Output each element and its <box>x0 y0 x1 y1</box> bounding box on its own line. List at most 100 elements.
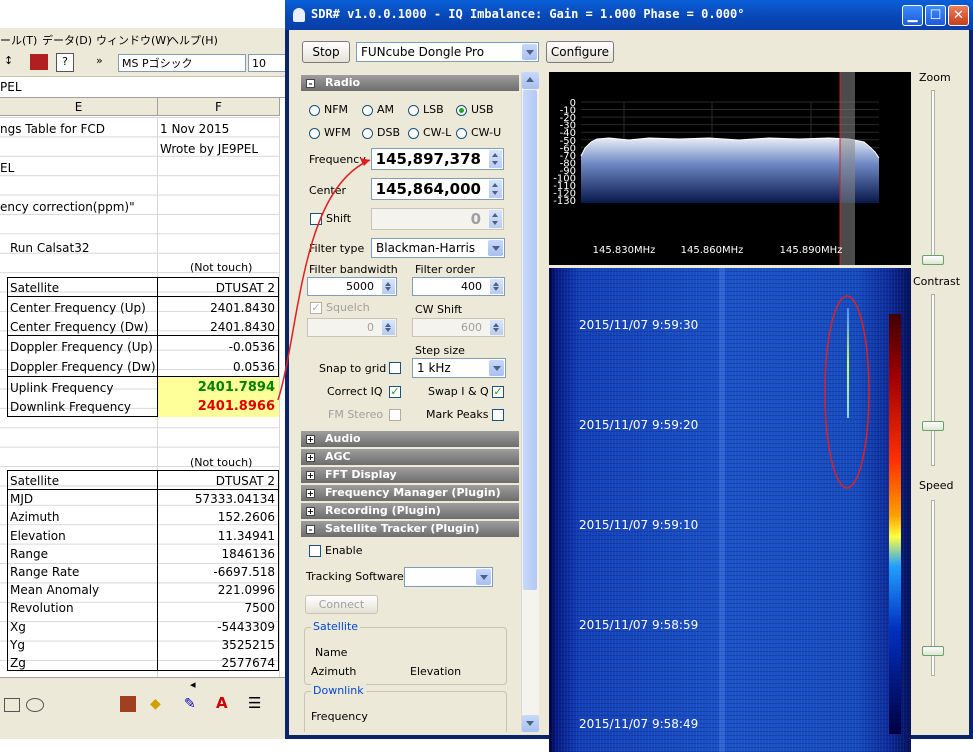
table1-value[interactable]: 2401.8430 <box>160 300 275 316</box>
mode-radio-cw-u[interactable] <box>456 128 467 139</box>
contrast-slider-thumb[interactable] <box>922 421 944 431</box>
cw-shift-spinner[interactable] <box>490 320 503 335</box>
line-style-icon[interactable]: ☰ <box>248 694 261 712</box>
mode-radio-nfm[interactable] <box>309 105 320 116</box>
cell-run-calsat[interactable]: Run Calsat32 <box>10 240 89 256</box>
chart-icon[interactable] <box>30 54 48 70</box>
shift-input[interactable]: 0 <box>371 208 504 230</box>
font-name-select[interactable]: MS Pゴシック <box>118 54 246 72</box>
scroll-down-button[interactable] <box>522 715 539 732</box>
mode-radio-am[interactable] <box>362 105 373 116</box>
zoom-slider-track[interactable] <box>931 90 935 260</box>
cell-title[interactable]: ngs Table for FCD <box>0 121 105 137</box>
menu-window[interactable]: ウィンドウ(W) <box>96 32 170 48</box>
device-select[interactable]: FUNcube Dongle Pro <box>356 42 539 62</box>
rectangle-icon[interactable] <box>4 698 20 712</box>
tracking-software-select[interactable] <box>404 567 493 587</box>
mark-peaks-checkbox[interactable] <box>492 409 504 421</box>
table1-label[interactable]: Center Frequency (Up) <box>10 300 146 316</box>
speed-slider-thumb[interactable] <box>922 646 944 656</box>
filter-order-spinner[interactable] <box>490 279 503 294</box>
table2-label[interactable]: Yg <box>10 637 25 653</box>
filter-bandwidth-spinner[interactable] <box>382 279 395 294</box>
shift-checkbox[interactable] <box>310 213 322 225</box>
table2-label[interactable]: Range Rate <box>10 564 79 580</box>
toolbar-overflow-icon[interactable]: » <box>96 54 103 67</box>
connect-button[interactable]: Connect <box>305 595 378 614</box>
maximize-button[interactable]: ☐ <box>925 5 946 26</box>
panel-scrollbar[interactable] <box>521 72 539 732</box>
shift-spinner[interactable] <box>489 210 502 228</box>
swap-iq-checkbox[interactable]: ✓ <box>492 386 504 398</box>
table2-value[interactable]: 3525215 <box>160 637 275 653</box>
mode-radio-usb[interactable] <box>456 105 467 116</box>
table2-value[interactable]: -6697.518 <box>160 564 275 580</box>
table1-label[interactable]: Doppler Frequency (Dw) <box>10 359 156 375</box>
table1-value[interactable]: 2401.8966 <box>160 399 275 415</box>
section-frequency-manager[interactable]: + Frequency Manager (Plugin) <box>301 485 519 501</box>
cw-shift-input[interactable]: 600 <box>412 318 505 337</box>
table2-value[interactable]: 57333.04134 <box>160 491 275 507</box>
oval-icon[interactable] <box>26 698 44 712</box>
correct-iq-checkbox[interactable]: ✓ <box>389 386 401 398</box>
close-button[interactable]: ✕ <box>948 5 969 26</box>
font-color-icon[interactable]: A <box>216 694 228 712</box>
squelch-spinner[interactable] <box>382 320 395 335</box>
table1-value[interactable]: DTUSAT 2 <box>160 280 275 296</box>
enable-checkbox[interactable] <box>309 545 321 557</box>
section-audio[interactable]: + Audio <box>301 431 519 447</box>
snap-to-grid-checkbox[interactable] <box>389 362 401 374</box>
mode-radio-dsb[interactable] <box>362 128 373 139</box>
formula-bar[interactable]: PEL <box>0 77 290 98</box>
column-header-e[interactable]: E <box>0 98 158 116</box>
table1-label[interactable]: Doppler Frequency (Up) <box>10 339 153 355</box>
font-size-select[interactable]: 10 <box>248 54 288 72</box>
section-agc[interactable]: + AGC <box>301 449 519 465</box>
table2-value[interactable]: 152.2606 <box>160 509 275 525</box>
table1-value[interactable]: 2401.7894 <box>160 380 275 396</box>
table2-value[interactable]: -5443309 <box>160 619 275 635</box>
zoom-slider-thumb[interactable] <box>922 255 944 265</box>
mode-radio-wfm[interactable] <box>309 128 320 139</box>
table2-value[interactable]: 2577674 <box>160 655 275 671</box>
frequency-input[interactable]: 145,897,378 <box>371 148 504 170</box>
filter-type-select[interactable]: Blackman-Harris <box>371 238 505 258</box>
cell-date[interactable]: 1 Nov 2015 <box>160 121 229 137</box>
sort-icon[interactable]: ↕ <box>4 54 13 67</box>
scroll-thumb[interactable] <box>523 90 537 590</box>
line-color-icon[interactable]: ✎ <box>184 696 196 712</box>
table1-label[interactable]: Uplink Frequency <box>10 380 113 396</box>
table1-label[interactable]: Center Frequency (Dw) <box>10 319 148 335</box>
table2-label[interactable]: Xg <box>10 619 26 635</box>
center-input[interactable]: 145,864,000 <box>371 178 504 200</box>
table2-label[interactable]: Revolution <box>10 600 74 616</box>
filter-bandwidth-input[interactable]: 5000 <box>307 277 397 296</box>
column-header-f[interactable]: F <box>158 98 280 116</box>
table2-label[interactable]: Azimuth <box>10 509 59 525</box>
waterfall[interactable]: 2015/11/07 9:59:30 2015/11/07 9:59:20 2015… <box>549 268 911 752</box>
menu-data[interactable]: データ(D) <box>42 32 92 48</box>
table2-label[interactable]: Range <box>10 546 48 562</box>
cell-wrote[interactable]: Wrote by JE9PEL <box>160 141 258 157</box>
mode-radio-lsb[interactable] <box>408 105 419 116</box>
table2-value[interactable]: 7500 <box>160 600 275 616</box>
table1-value[interactable]: 0.0536 <box>160 359 275 375</box>
minimize-button[interactable]: ▁ <box>902 5 923 26</box>
menu-help[interactable]: ヘルプ(H) <box>168 32 218 48</box>
step-size-select[interactable]: 1 kHz <box>412 358 506 378</box>
picture-icon[interactable] <box>120 696 136 712</box>
fill-color-icon[interactable]: ◆ <box>150 696 161 712</box>
table2-label[interactable]: Mean Anomaly <box>10 582 99 598</box>
table1-label[interactable]: Satellite <box>10 280 59 296</box>
frequency-spinner[interactable] <box>489 150 502 168</box>
scroll-up-button[interactable] <box>522 72 539 89</box>
title-bar[interactable]: SDR# v1.0.0.1000 - IQ Imbalance: Gain = … <box>285 0 973 30</box>
section-recording[interactable]: + Recording (Plugin) <box>301 503 519 519</box>
spectrum-analyzer[interactable]: 0 -10 -20 -30 -40 -50 -60 -70 -80 -90 -100 -110 -120… <box>549 72 911 265</box>
squelch-checkbox[interactable]: ✓ <box>310 302 322 314</box>
section-radio[interactable]: – Radio <box>301 75 519 91</box>
cell-freq-correction[interactable]: ency correction(ppm)" <box>0 199 135 215</box>
table1-value[interactable]: -0.0536 <box>160 339 275 355</box>
section-satellite-tracker[interactable]: – Satellite Tracker (Plugin) <box>301 521 519 537</box>
table1-label[interactable]: Downlink Frequency <box>10 399 131 415</box>
